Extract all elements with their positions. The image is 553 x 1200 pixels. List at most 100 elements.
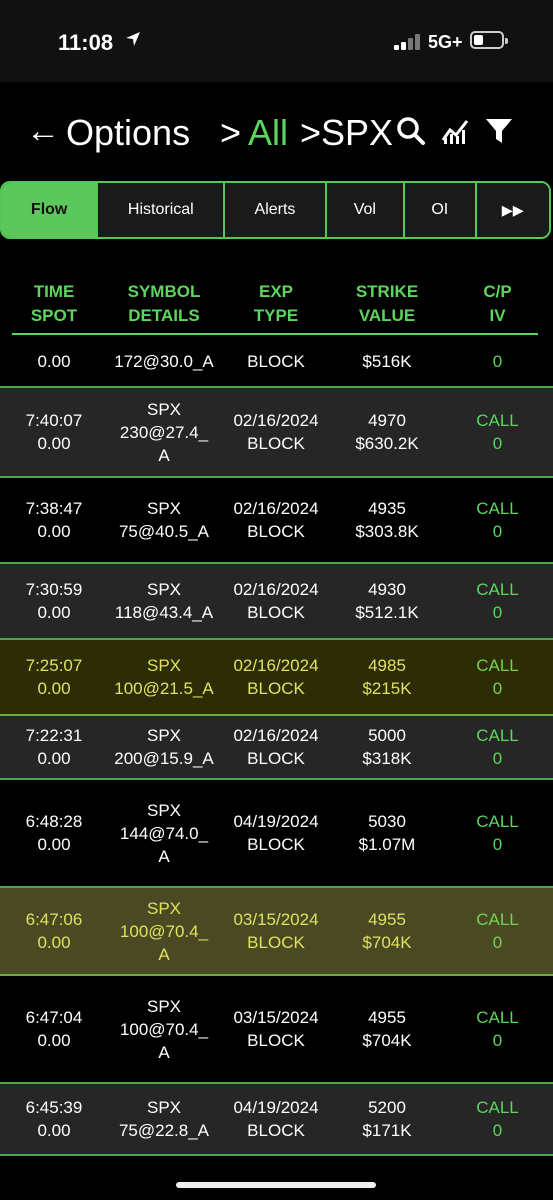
cell-details: 118@43.4_A xyxy=(114,603,214,622)
cell-details: 200@15.9_A xyxy=(114,749,214,768)
tab-alerts[interactable]: Alerts xyxy=(225,183,327,237)
cell-symbol-details: SPX 75@40.5_A xyxy=(108,478,220,562)
cell-exp: 02/16/2024 xyxy=(233,726,319,745)
cell-symbol: SPX xyxy=(146,898,182,918)
table-row[interactable]: 7:22:31 0.00 SPX 200@15.9_A 02/16/2024 BLOCK 5… xyxy=(0,716,553,780)
search-icon[interactable] xyxy=(396,116,426,151)
column-exp-type[interactable]: EXP TYPE xyxy=(220,280,332,328)
cell-type: BLOCK xyxy=(247,679,305,698)
cell-details: 172@30.0_A xyxy=(114,351,214,371)
table-row[interactable]: 0.00 172@30.0_A BLOCK $516K 0 xyxy=(0,336,553,388)
cell-type: BLOCK xyxy=(247,749,305,768)
cell-symbol: SPX xyxy=(146,399,182,419)
table-row[interactable]: 7:25:07 0.00 SPX 100@21.5_A 02/16/2024 BLOCK 4… xyxy=(0,640,553,716)
filter-icon[interactable] xyxy=(484,116,514,151)
cell-symbol-details: SPX 200@15.9_A xyxy=(108,716,220,778)
cell-strike-value: $516K xyxy=(332,336,442,386)
cell-strike: 5030 xyxy=(368,812,406,831)
network-label: 5G+ xyxy=(428,32,463,52)
table-row[interactable]: 6:45:39 0.00 SPX 75@22.8_A 04/19/2024 BLOCK 52… xyxy=(0,1084,553,1156)
cell-strike: 4955 xyxy=(368,910,406,929)
cell-time-spot: 0.00 xyxy=(0,336,108,386)
column-time-spot[interactable]: TIME SPOT xyxy=(0,280,108,328)
cell-value: $1.07M xyxy=(358,835,416,854)
table-row[interactable]: 6:47:04 0.00 SPX 100@70.4_ A 03/15/2024 BLOCK… xyxy=(0,976,553,1084)
cell-time-spot: 6:47:06 0.00 xyxy=(0,888,108,974)
cell-spot: 0.00 xyxy=(37,1121,71,1140)
cell-time-spot: 7:30:59 0.00 xyxy=(0,564,108,638)
cell-cp-iv: CALL 0 xyxy=(442,888,553,974)
cell-time: 6:47:06 xyxy=(25,910,83,929)
cell-exp: 04/19/2024 xyxy=(233,812,319,831)
cell-cp-iv: CALL 0 xyxy=(442,780,553,886)
home-indicator[interactable] xyxy=(176,1182,376,1188)
cell-iv: 0 xyxy=(492,933,503,952)
cell-exp-type: 02/16/2024 BLOCK xyxy=(220,388,332,476)
cell-symbol-details: SPX 144@74.0_ A xyxy=(108,780,220,886)
cell-details: 75@22.8_A xyxy=(118,1121,210,1140)
cell-value: $303.8K xyxy=(355,522,419,541)
cell-time-spot: 7:22:31 0.00 xyxy=(0,716,108,778)
column-cp-iv[interactable]: C/P IV xyxy=(442,280,553,328)
table-header: TIME SPOT SYMBOL DETAILS EXP TYPE STRIKE VAL… xyxy=(0,280,553,334)
tab-flow[interactable]: Flow xyxy=(2,183,99,237)
table-row[interactable]: 6:48:28 0.00 SPX 144@74.0_ A 04/19/2024 BLOCK… xyxy=(0,780,553,888)
tab-vol[interactable]: Vol xyxy=(326,183,406,237)
column-symbol-details[interactable]: SYMBOL DETAILS xyxy=(108,280,220,328)
cell-symbol-details: SPX 100@70.4_ A xyxy=(108,888,220,974)
table-row[interactable]: 7:38:47 0.00 SPX 75@40.5_A 02/16/2024 BLOCK 49… xyxy=(0,478,553,564)
chart-icon[interactable] xyxy=(440,116,470,151)
cell-symbol: SPX xyxy=(146,1098,182,1117)
cell-strike: 4955 xyxy=(368,1008,406,1027)
cell-time-spot: 6:48:28 0.00 xyxy=(0,780,108,886)
cell-details: 100@70.4_ A xyxy=(119,1019,209,1062)
breadcrumb: ← Options > All >SPX xyxy=(0,100,553,170)
cell-exp-type: 02/16/2024 BLOCK xyxy=(220,564,332,638)
cell-value: $704K xyxy=(362,933,412,952)
table-row[interactable]: 7:30:59 0.00 SPX 118@43.4_A 02/16/2024 BLOCK 4… xyxy=(0,564,553,640)
cell-iv: 0 xyxy=(492,679,503,698)
cell-cp-iv: CALL 0 xyxy=(442,1084,553,1154)
cell-cp: CALL xyxy=(476,580,519,599)
cell-cp-iv: CALL 0 xyxy=(442,388,553,476)
cell-strike-value: 4955 $704K xyxy=(332,888,442,974)
cell-strike-value: 4955 $704K xyxy=(332,976,442,1082)
breadcrumb-all[interactable]: All xyxy=(248,112,288,154)
cell-type: BLOCK xyxy=(247,351,305,371)
cell-exp: 02/16/2024 xyxy=(233,656,319,675)
table-row[interactable]: 6:47:06 0.00 SPX 100@70.4_ A 03/15/2024 BLOCK… xyxy=(0,888,553,976)
cell-spot: 0.00 xyxy=(37,603,71,622)
cell-type: BLOCK xyxy=(247,434,305,453)
table-row[interactable]: 7:40:07 0.00 SPX 230@27.4_ A 02/16/2024 BLOCK… xyxy=(0,388,553,478)
tab-oi[interactable]: OI xyxy=(405,183,477,237)
cell-cp: CALL xyxy=(476,1008,519,1027)
cell-strike: 4930 xyxy=(368,580,406,599)
tab-historical[interactable]: Historical xyxy=(98,183,226,237)
cell-strike-value: 4985 $215K xyxy=(332,640,442,714)
cell-type: BLOCK xyxy=(247,1121,305,1140)
cell-symbol-details: SPX 100@21.5_A xyxy=(108,640,220,714)
cell-symbol: SPX xyxy=(146,499,182,518)
breadcrumb-options[interactable]: Options xyxy=(66,112,190,154)
tab-bar: Flow Historical Alerts Vol OI ▸▸ xyxy=(0,181,551,239)
cell-strike-value: 5200 $171K xyxy=(332,1084,442,1154)
cell-spot: 0.00 xyxy=(37,434,71,453)
signal-icon xyxy=(394,34,422,50)
cell-strike-value: 5000 $318K xyxy=(332,716,442,778)
cell-time: 7:22:31 xyxy=(25,726,83,745)
cell-cp-iv: CALL 0 xyxy=(442,564,553,638)
cell-iv: 0 xyxy=(492,1121,503,1140)
fast-forward-icon[interactable]: ▸▸ xyxy=(476,183,549,237)
cell-type: BLOCK xyxy=(247,603,305,622)
cell-exp: 02/16/2024 xyxy=(233,499,319,518)
cell-exp-type: 03/15/2024 BLOCK xyxy=(220,888,332,974)
cell-value: $318K xyxy=(362,749,412,768)
location-arrow-icon xyxy=(124,30,142,53)
cell-cp: CALL xyxy=(476,812,519,831)
cell-symbol-details: SPX 75@22.8_A xyxy=(108,1084,220,1154)
back-arrow-icon[interactable]: ← xyxy=(26,112,60,151)
column-strike-value[interactable]: STRIKE VALUE xyxy=(332,280,442,328)
cell-spot: 0.00 xyxy=(37,1031,71,1050)
cell-spot: 0.00 xyxy=(37,522,71,541)
cell-exp-type: 03/15/2024 BLOCK xyxy=(220,976,332,1082)
